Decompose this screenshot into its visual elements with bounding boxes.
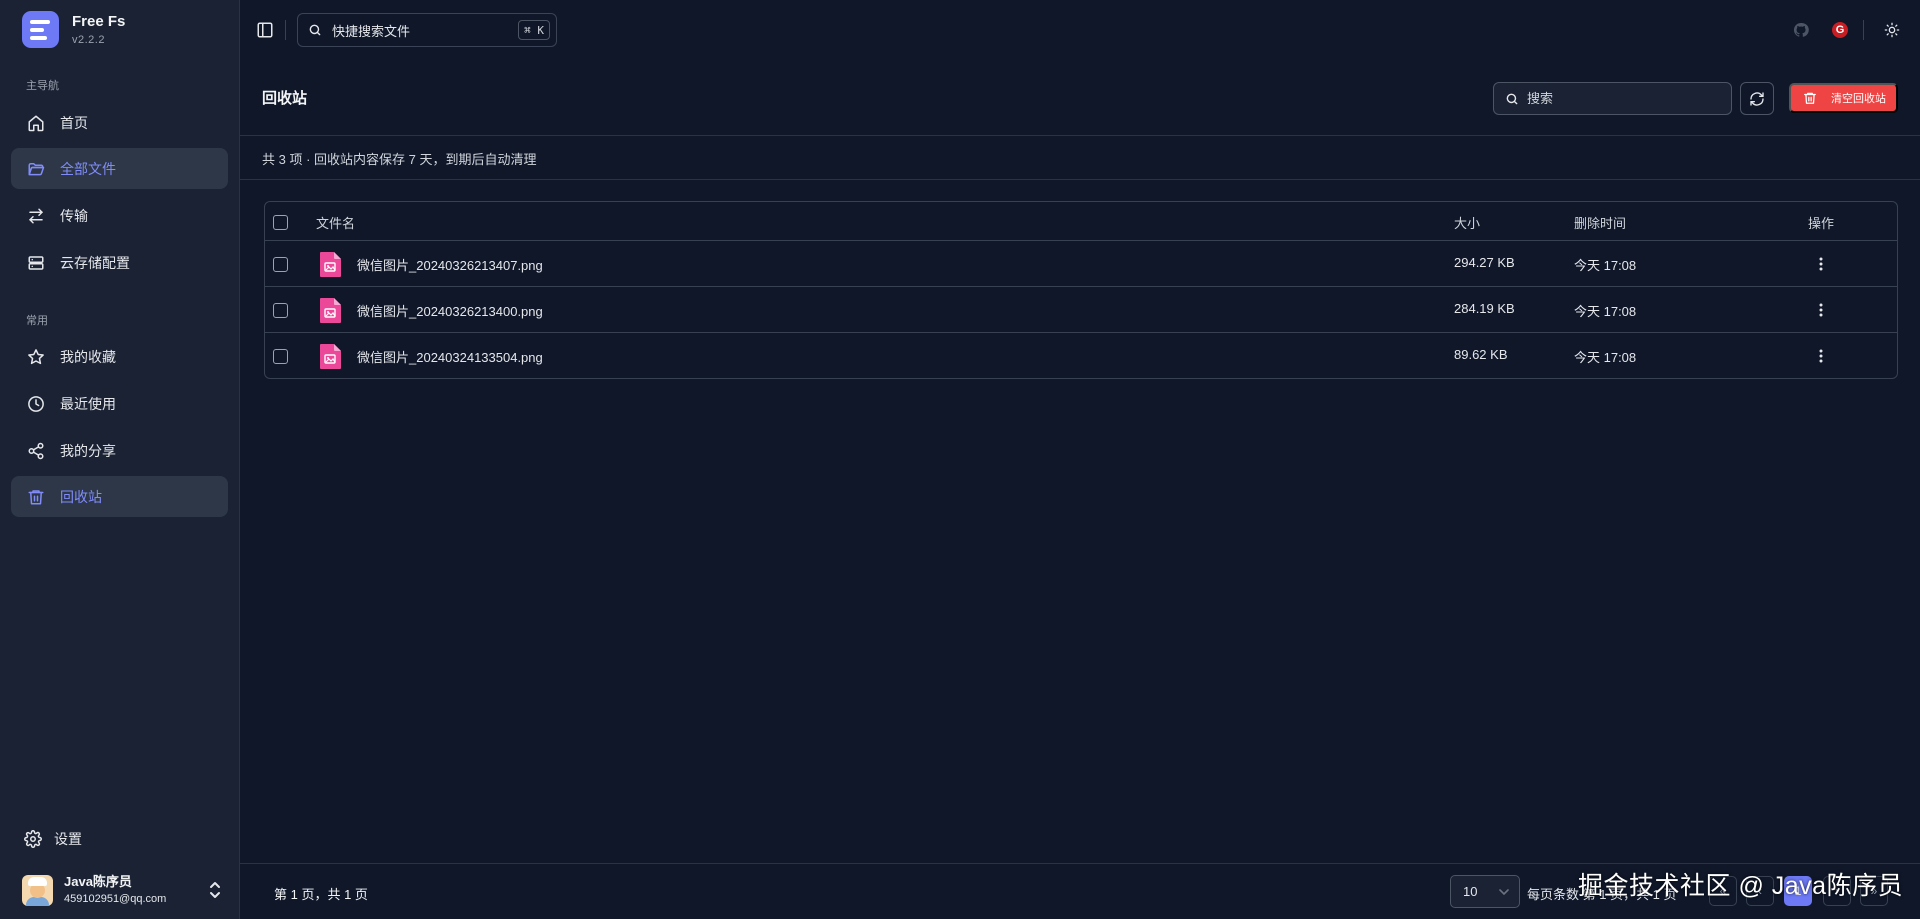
- deleted-time: 今天 17:08: [1574, 350, 1637, 365]
- sidebar-item-recent[interactable]: 最近使用: [11, 383, 228, 424]
- row-checkbox[interactable]: [273, 303, 288, 318]
- deleted-time: 今天 17:08: [1574, 258, 1637, 273]
- image-file-icon: [319, 250, 343, 278]
- top-bar: 快捷搜索文件 ⌘ K G: [240, 0, 1920, 60]
- column-header-name[interactable]: 文件名: [316, 213, 355, 232]
- file-size: 294.27 KB: [1454, 255, 1515, 270]
- file-name: 微信图片_20240324133504.png: [357, 350, 543, 365]
- sidebar-item-label: 回收站: [60, 488, 102, 505]
- divider: [240, 135, 1920, 136]
- app-logo-icon: [22, 11, 59, 48]
- divider: [285, 20, 286, 40]
- sidebar-item-transfer[interactable]: 传输: [11, 195, 228, 236]
- gear-icon: [24, 830, 42, 848]
- main-nav-label: 主导航: [26, 80, 59, 92]
- sidebar-item-favorites[interactable]: 我的收藏: [11, 336, 228, 377]
- transfer-icon: [26, 206, 46, 226]
- app-version: v2.2.2: [72, 33, 105, 46]
- user-menu[interactable]: Java陈序员 459102951@qq.com: [22, 873, 222, 907]
- refresh-button[interactable]: [1740, 82, 1774, 115]
- file-size: 89.62 KB: [1454, 347, 1508, 362]
- sidebar-item-recycle-bin[interactable]: 回收站: [11, 476, 228, 517]
- deleted-time: 今天 17:08: [1574, 304, 1637, 319]
- trash-icon: [26, 487, 46, 507]
- clear-button-label: 清空回收站: [1831, 93, 1886, 105]
- shortcut-hint: ⌘ K: [518, 20, 550, 40]
- recycle-search-box[interactable]: [1493, 82, 1732, 115]
- page-size-select[interactable]: 10: [1450, 875, 1520, 908]
- sidebar-item-settings[interactable]: 设置: [24, 829, 82, 849]
- sidebar-item-all-files[interactable]: 全部文件: [11, 148, 228, 189]
- file-table: 文件名 大小 删除时间 操作 微信图片_20240326213407.png 2…: [264, 201, 1898, 379]
- quick-search-placeholder: 快捷搜索文件: [332, 23, 411, 39]
- file-name: 微信图片_20240326213400.png: [357, 304, 543, 319]
- app-name: Free Fs: [72, 12, 126, 30]
- table-row[interactable]: 微信图片_20240326213407.png 294.27 KB 今天 17:…: [265, 241, 1897, 287]
- sidebar-item-label: 传输: [60, 207, 88, 224]
- sidebar-item-shares[interactable]: 我的分享: [11, 430, 228, 471]
- sidebar-item-label: 我的分享: [60, 442, 116, 459]
- sidebar-item-label: 全部文件: [60, 160, 116, 177]
- search-icon: [308, 23, 322, 37]
- table-header: 文件名 大小 删除时间 操作: [265, 202, 1897, 241]
- page-info: 第 1 页，共 1 页: [274, 887, 368, 902]
- recycle-search-input[interactable]: [1527, 91, 1717, 106]
- github-icon[interactable]: [1791, 20, 1811, 40]
- column-header-size[interactable]: 大小: [1454, 213, 1480, 232]
- page-title: 回收站: [262, 90, 308, 107]
- settings-label: 设置: [54, 831, 82, 847]
- page-size-value: 10: [1463, 884, 1478, 899]
- more-actions-icon[interactable]: [1819, 302, 1823, 318]
- star-icon: [26, 347, 46, 367]
- divider: [1863, 20, 1864, 40]
- image-file-icon: [319, 342, 343, 370]
- sidebar-item-label: 最近使用: [60, 395, 116, 412]
- quick-search-input[interactable]: 快捷搜索文件 ⌘ K: [297, 13, 557, 47]
- row-checkbox[interactable]: [273, 349, 288, 364]
- file-name: 微信图片_20240326213407.png: [357, 258, 543, 273]
- more-actions-icon[interactable]: [1819, 256, 1823, 272]
- recycle-info-text: 共 3 项 · 回收站内容保存 7 天，到期后自动清理: [262, 152, 537, 167]
- select-all-checkbox[interactable]: [273, 215, 288, 230]
- row-checkbox[interactable]: [273, 257, 288, 272]
- refresh-icon: [1749, 91, 1765, 107]
- table-row[interactable]: 微信图片_20240326213400.png 284.19 KB 今天 17:…: [265, 287, 1897, 333]
- sidebar-item-label: 首页: [60, 114, 88, 131]
- image-file-icon: [319, 296, 343, 324]
- watermark: 掘金技术社区 @ Java陈序员: [1578, 872, 1904, 900]
- table-row[interactable]: 微信图片_20240324133504.png 89.62 KB 今天 17:0…: [265, 333, 1897, 378]
- share-icon: [26, 441, 46, 461]
- folder-icon: [26, 159, 46, 179]
- brand[interactable]: Free Fs v2.2.2: [22, 11, 125, 48]
- sidebar-item-label: 云存储配置: [60, 254, 130, 271]
- sidebar-toggle-icon[interactable]: [256, 21, 274, 39]
- user-name: Java陈序员: [64, 873, 132, 889]
- home-icon: [26, 113, 46, 133]
- file-size: 284.19 KB: [1454, 301, 1515, 316]
- sidebar: Free Fs v2.2.2 主导航 首页 全部文件 传输 云存储配置 常用 我…: [0, 0, 240, 919]
- sidebar-item-home[interactable]: 首页: [11, 102, 228, 143]
- more-actions-icon[interactable]: [1819, 348, 1823, 364]
- avatar: [22, 874, 53, 906]
- column-header-deleted-time[interactable]: 删除时间: [1574, 213, 1626, 232]
- chevron-up-down-icon: [208, 881, 222, 899]
- divider: [240, 863, 1920, 864]
- user-email: 459102951@qq.com: [64, 892, 167, 905]
- clear-recycle-bin-button[interactable]: 清空回收站: [1789, 83, 1898, 113]
- storage-icon: [26, 253, 46, 273]
- gitee-icon[interactable]: G: [1830, 20, 1850, 40]
- divider: [240, 179, 1920, 180]
- column-header-actions: 操作: [1808, 216, 1835, 231]
- chevron-down-icon: [1499, 888, 1509, 896]
- search-icon: [1505, 92, 1519, 106]
- theme-toggle-sun-icon[interactable]: [1882, 20, 1902, 40]
- sidebar-item-label: 我的收藏: [60, 348, 116, 365]
- trash-icon: [1803, 91, 1817, 105]
- sidebar-item-storage-config[interactable]: 云存储配置: [11, 242, 228, 283]
- common-nav-label: 常用: [26, 315, 48, 327]
- clock-icon: [26, 394, 46, 414]
